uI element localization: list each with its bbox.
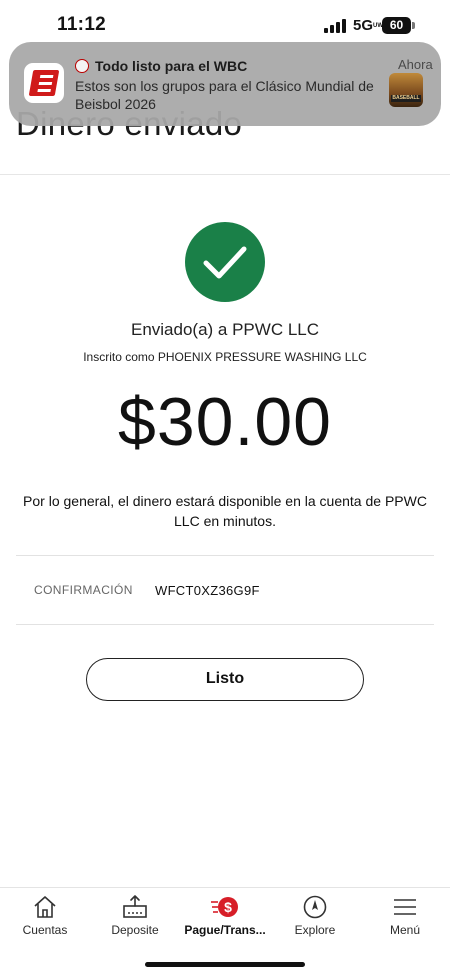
section-divider xyxy=(16,624,434,625)
done-button[interactable]: Listo xyxy=(86,658,364,701)
notification-title-text: Todo listo para el WBC xyxy=(95,58,248,74)
notification-title: Todo listo para el WBC xyxy=(75,58,247,74)
notification-time: Ahora xyxy=(398,57,433,72)
tab-label: Deposite xyxy=(111,923,159,937)
tab-label: Pague/Trans... xyxy=(184,923,266,937)
tab-bar-divider xyxy=(0,887,450,888)
notification-body: Estos son los grupos para el Clásico Mun… xyxy=(75,78,374,112)
notification-banner[interactable]: Todo listo para el WBC Estos son los gru… xyxy=(9,42,441,126)
confirmation-label: CONFIRMACIÓN xyxy=(34,583,133,597)
recipient-label: Enviado(a) a PPWC LLC xyxy=(130,320,320,339)
confirmation-code: WFCT0XZ36G9F xyxy=(155,583,260,598)
thumbnail-caption: BASEBALL xyxy=(391,95,421,102)
network-type: 5G xyxy=(353,17,374,34)
tab-explore[interactable]: Explore xyxy=(270,890,360,950)
battery-nub xyxy=(412,22,415,29)
espn-app-icon xyxy=(24,63,64,103)
tab-label: Cuentas xyxy=(22,923,68,937)
home-icon xyxy=(34,896,56,918)
compass-icon xyxy=(303,895,327,919)
registered-name: Inscrito como PHOENIX PRESSURE WASHING L… xyxy=(83,350,367,364)
signal-icon xyxy=(324,19,348,33)
tab-deposit[interactable]: Deposite xyxy=(90,890,180,950)
tab-label: Explore xyxy=(294,923,336,937)
tab-menu[interactable]: Menú xyxy=(360,890,450,950)
baseball-icon xyxy=(75,59,89,73)
menu-icon xyxy=(394,899,416,915)
title-divider xyxy=(0,174,450,175)
deposit-icon xyxy=(123,895,147,918)
battery-icon: 60 xyxy=(382,17,411,34)
espn-logo-icon xyxy=(28,70,60,96)
pay-transfer-icon: $ xyxy=(211,897,238,917)
svg-text:$: $ xyxy=(224,899,232,915)
tab-pay-transfer[interactable]: $ Pague/Trans... xyxy=(180,890,270,950)
success-check-icon xyxy=(185,222,265,302)
tab-label: Menú xyxy=(389,923,421,937)
home-indicator[interactable] xyxy=(145,962,305,967)
notification-thumbnail: BASEBALL xyxy=(389,73,423,107)
tab-accounts[interactable]: Cuentas xyxy=(0,890,90,950)
amount-sent: $30.00 xyxy=(118,384,332,460)
availability-note: Por lo general, el dinero estará disponi… xyxy=(23,493,427,529)
status-time: 11:12 xyxy=(57,14,107,35)
section-divider xyxy=(16,555,434,556)
network-indicator: 5GUW xyxy=(353,17,383,34)
